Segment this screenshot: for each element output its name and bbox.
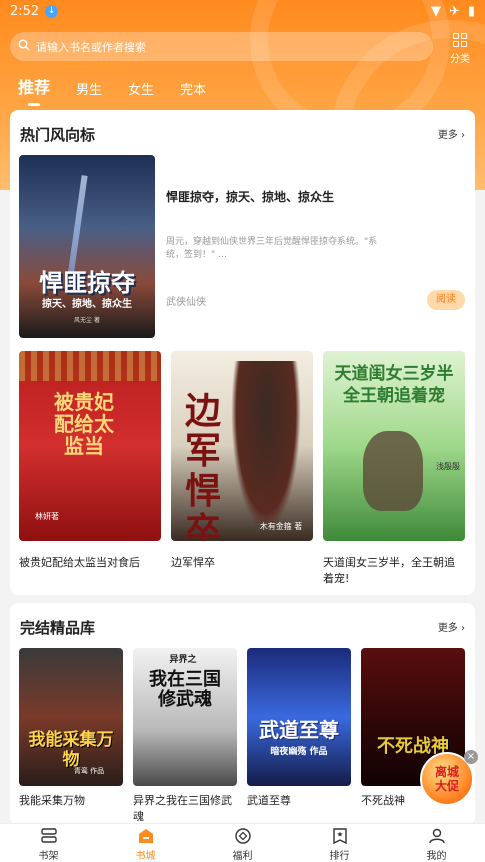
tab-male[interactable]: 男生 [76,79,102,98]
book-name[interactable]: 我能采集万物 [19,793,123,809]
hot-section: 热门风向标 更多 › 悍匪掠夺 掠天、掠地、掠众生 风无尘 著 悍匪掠夺，掠天、… [10,110,475,595]
tab-complete[interactable]: 完本 [180,79,206,98]
category-button[interactable]: 分类 [445,32,475,65]
book-name[interactable]: 武道至尊 [247,793,351,809]
cover-author: 木有金箍 著 [259,522,303,531]
cover-author: 浅殷殷 [436,462,460,471]
more-link[interactable]: 更多 › [438,619,465,634]
cover-author: 异界之 [169,655,197,665]
featured-book-description: 周元，穿越到仙侠世界三年后觉醒悍匪掠夺系统。"系统，签到！" … [166,237,378,260]
download-icon: ↓ [45,4,59,18]
cover-subtitle: 掠天、掠地、掠众生 [42,299,132,310]
close-icon[interactable]: × [464,750,478,764]
status-time: 2:52 [10,3,40,19]
bookshelf-icon [0,828,97,845]
cover-title: 天道闺女三岁半全王朝追着宠 [334,364,454,406]
channel-tabs: 推荐 男生 女生 完本 [18,74,232,106]
book-name[interactable]: 被贵妃配给太监当对食后 [19,555,161,571]
featured-book-title[interactable]: 悍匪掠夺，掠天、掠地、掠众生 [166,188,466,205]
book-cover[interactable]: 边军悍卒 木有金箍 著 [171,351,313,541]
cover-title: 我能采集万物 [28,730,114,770]
section-title: 热门风向标 [20,126,96,144]
more-link[interactable]: 更多 › [438,126,465,141]
tab-female[interactable]: 女生 [128,79,154,98]
search-icon [18,39,30,54]
promo-line2: 大促 [434,779,459,793]
nav-ranking[interactable]: 排行 [291,824,388,862]
section-title: 完结精品库 [20,619,96,637]
battery-icon: ▮ [467,3,475,19]
tab-recommend[interactable]: 推荐 [18,74,50,106]
read-button[interactable]: 阅读 [427,290,465,310]
status-bar: 2:52 ↓ ▼ ✈ ▮ [0,0,485,22]
category-label: 分类 [450,54,470,65]
cover-title: 悍匪掠夺 [39,268,135,297]
book-cover[interactable]: 被贵妃配给太监当 林妍著 [19,351,161,541]
complete-section: 完结精品库 更多 › 我能采集万物 青鸾 作品 异界之 我在三国修武魂 武道至尊… [10,603,475,825]
book-name[interactable]: 异界之我在三国修武魂 [133,793,237,825]
nav-bookshelf[interactable]: 书架 [0,824,97,862]
bookstore-icon [97,828,194,845]
cover-title: 我在三国修武魂 [149,669,221,710]
featured-book-genre: 武侠仙侠 [166,297,206,308]
cover-author: 青鸾 作品 [73,767,105,775]
cover-title: 被贵妃配给太监当 [54,390,114,458]
cover-author: 暗夜幽殇 作品 [270,747,328,757]
book-cover[interactable]: 天道闺女三岁半全王朝追着宠 浅殷殷 [323,351,465,541]
user-icon [388,828,485,845]
book-cover[interactable]: 异界之 我在三国修武魂 [133,648,237,786]
ranking-icon [291,828,388,845]
category-icon [453,33,467,47]
bottom-navigation: 书架 书城 福利 排行 我的 [0,823,485,862]
book-name[interactable]: 天道闺女三岁半，全王朝追着宠! [323,555,465,587]
book-name[interactable]: 边军悍卒 [171,555,313,571]
search-input[interactable]: 请输入书名或作者搜索 [10,32,433,61]
nav-welfare[interactable]: 福利 [194,824,291,862]
cover-title: 武道至尊 [259,718,339,742]
search-placeholder: 请输入书名或作者搜索 [36,40,146,54]
coin-icon [194,828,291,845]
book-cover[interactable]: 武道至尊 暗夜幽殇 作品 [247,648,351,786]
promo-line1: 离城 [434,765,459,779]
cover-author: 林妍著 [35,512,59,521]
featured-book-cover[interactable]: 悍匪掠夺 掠天、掠地、掠众生 风无尘 著 [19,155,155,338]
airplane-icon: ✈ [448,3,460,19]
nav-bookstore[interactable]: 书城 [97,824,194,862]
cover-author: 风无尘 著 [74,317,100,324]
nav-profile[interactable]: 我的 [388,824,485,862]
wifi-icon: ▼ [430,3,441,19]
book-cover[interactable]: 我能采集万物 青鸾 作品 [19,648,123,786]
cover-title: 边军悍卒 [184,390,221,541]
